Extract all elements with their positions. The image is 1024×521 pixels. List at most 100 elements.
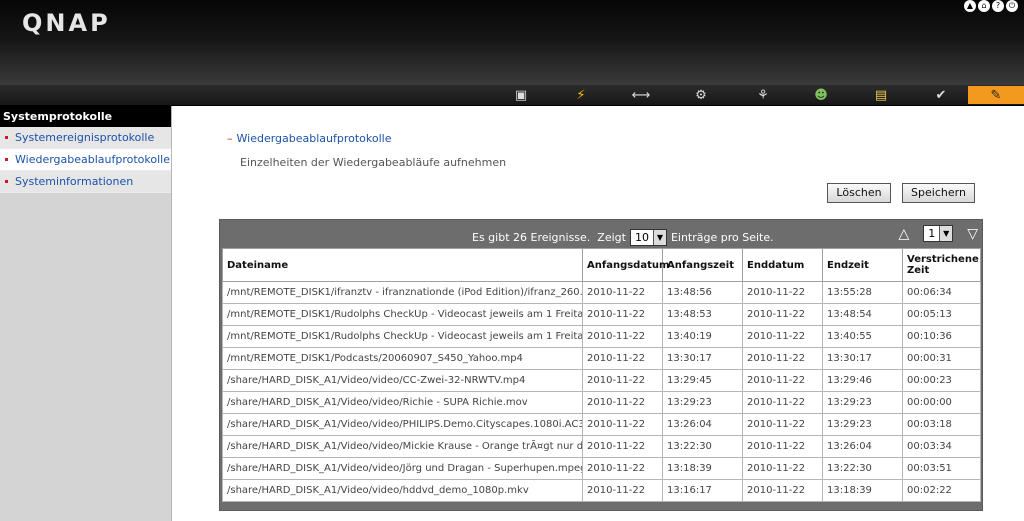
table-cell: 2010-11-22 xyxy=(742,347,823,370)
table-cell: /share/HARD_DISK_A1/Video/video/Jörg und… xyxy=(222,457,583,480)
table-cell: 13:18:39 xyxy=(662,457,743,480)
table-cell: 00:05:13 xyxy=(902,303,981,326)
show-label: Zeigt xyxy=(597,231,626,244)
table-cell: 13:22:30 xyxy=(822,457,903,480)
sidebar-item-system-events[interactable]: Systemereignisprotokolle xyxy=(0,127,171,149)
bullet-icon xyxy=(5,180,8,183)
table-cell: 13:48:53 xyxy=(662,303,743,326)
table-cell: /share/HARD_DISK_A1/Video/video/Mickie K… xyxy=(222,435,583,458)
table-cell: /share/HARD_DISK_A1/Video/video/hddvd_de… xyxy=(222,479,583,502)
qnap-logo: QNAP xyxy=(22,9,111,37)
table-cell: 2010-11-22 xyxy=(742,435,823,458)
table-cell: 13:26:04 xyxy=(822,435,903,458)
chevron-down-icon: ▼ xyxy=(939,226,953,241)
sidebar: Systemprotokolle Systemereignisprotokoll… xyxy=(0,106,172,521)
table-cell: 2010-11-22 xyxy=(742,303,823,326)
previous-page-icon[interactable]: △ xyxy=(898,226,909,242)
top-icons: ▲ ⌂ ? ⏻ xyxy=(964,0,1018,12)
section-description: Einzelheiten der Wiedergabeabläufe aufne… xyxy=(240,156,507,169)
table-row[interactable]: /share/HARD_DISK_A1/Video/video/hddvd_de… xyxy=(222,479,981,502)
delete-button[interactable]: Löschen xyxy=(827,183,891,203)
table-cell: 00:03:34 xyxy=(902,435,981,458)
column-header[interactable]: Enddatum xyxy=(742,248,823,282)
users-icon[interactable]: ☻ xyxy=(803,86,839,104)
storage-icon[interactable]: ▣ xyxy=(503,86,539,104)
up-icon[interactable]: ▲ xyxy=(964,0,976,12)
network-icon[interactable]: ⟷ xyxy=(623,86,659,104)
table-cell: 00:03:51 xyxy=(902,457,981,480)
table-cell: 13:48:54 xyxy=(822,303,903,326)
home-icon[interactable]: ⌂ xyxy=(978,0,990,12)
column-header[interactable]: Verstrichene Zeit xyxy=(902,248,981,282)
main-toolbar: ▣ ⚡ ⟷ ⚙ ⚘ ☻ ▤ ✔ ✎ xyxy=(0,85,1024,106)
next-page-icon[interactable]: ▽ xyxy=(967,226,978,242)
table-cell: 2010-11-22 xyxy=(742,457,823,480)
log-table-panel: Es gibt 26 Ereignisse. Zeigt 10 ▼ Einträg… xyxy=(219,219,983,511)
table-cell: 00:06:34 xyxy=(902,281,981,304)
per-page-suffix: Einträge pro Seite. xyxy=(670,231,774,244)
table-cell: 13:29:46 xyxy=(822,369,903,392)
share-folder-icon[interactable]: ▤ xyxy=(863,86,899,104)
help-icon[interactable]: ? xyxy=(992,0,1004,12)
column-header[interactable]: Anfangszeit xyxy=(662,248,743,282)
table-cell: 2010-11-22 xyxy=(742,479,823,502)
table-cell: 2010-11-22 xyxy=(742,413,823,436)
chevron-down-icon: ▼ xyxy=(652,230,666,245)
main-content: – Wiedergabeablaufprotokolle Einzelheiten… xyxy=(172,106,1024,521)
table-cell: 13:29:23 xyxy=(822,391,903,414)
table-cell: 2010-11-22 xyxy=(742,281,823,304)
table-cell: 2010-11-22 xyxy=(582,325,663,348)
table-row[interactable]: /mnt/REMOTE_DISK1/Rudolphs CheckUp - Vid… xyxy=(222,303,981,326)
sidebar-item-label: Systemereignisprotokolle xyxy=(15,131,155,144)
per-page-select[interactable]: 10 ▼ xyxy=(629,229,667,246)
save-button[interactable]: Speichern xyxy=(902,183,975,203)
system-logs-icon[interactable]: ✎ xyxy=(968,86,1024,104)
table-cell: 00:00:31 xyxy=(902,347,981,370)
table-cell: 2010-11-22 xyxy=(582,391,663,414)
pager: △ 1 ▼ ▽ xyxy=(898,225,978,242)
table-cell: 13:40:55 xyxy=(822,325,903,348)
services-icon[interactable]: ⚘ xyxy=(745,86,781,104)
table-cell: 00:03:18 xyxy=(902,413,981,436)
sidebar-item-playback-logs[interactable]: Wiedergabeablaufprotokolle xyxy=(0,149,171,171)
table-cell: 13:18:39 xyxy=(822,479,903,502)
table-cell: 2010-11-22 xyxy=(582,369,663,392)
table-row[interactable]: /share/HARD_DISK_A1/Video/video/Mickie K… xyxy=(222,435,981,458)
table-cell: /mnt/REMOTE_DISK1/Rudolphs CheckUp - Vid… xyxy=(222,303,583,326)
table-cell: 2010-11-22 xyxy=(582,457,663,480)
table-cell: 2010-11-22 xyxy=(582,303,663,326)
sidebar-item-label: Systeminformationen xyxy=(15,175,134,188)
table-row[interactable]: /mnt/REMOTE_DISK1/Podcasts/20060907_S450… xyxy=(222,347,981,370)
table-cell: 13:48:56 xyxy=(662,281,743,304)
table-cell: 2010-11-22 xyxy=(582,347,663,370)
sidebar-item-system-info[interactable]: Systeminformationen xyxy=(0,171,171,193)
table-row[interactable]: /mnt/REMOTE_DISK1/ifranztv - ifranznatio… xyxy=(222,281,981,304)
table-row[interactable]: /mnt/REMOTE_DISK1/Rudolphs CheckUp - Vid… xyxy=(222,325,981,348)
column-header[interactable]: Dateiname xyxy=(222,248,583,282)
page-select[interactable]: 1 ▼ xyxy=(923,225,954,242)
table-row[interactable]: /share/HARD_DISK_A1/Video/video/CC-Zwei-… xyxy=(222,369,981,392)
table-cell: 13:29:45 xyxy=(662,369,743,392)
bullet-icon xyxy=(5,136,8,139)
disk-icon[interactable]: ⚙ xyxy=(683,86,719,104)
table-row[interactable]: /share/HARD_DISK_A1/Video/video/Richie -… xyxy=(222,391,981,414)
column-header[interactable]: Endzeit xyxy=(822,248,903,282)
sidebar-item-label: Wiedergabeablaufprotokolle xyxy=(15,153,170,166)
table-cell: 2010-11-22 xyxy=(582,435,663,458)
table-cell: /share/HARD_DISK_A1/Video/video/PHILIPS.… xyxy=(222,413,583,436)
system-tools-icon[interactable]: ✔ xyxy=(923,86,959,104)
event-count: Es gibt 26 Ereignisse. xyxy=(472,231,591,244)
column-header[interactable]: Anfangsdatum xyxy=(582,248,669,282)
table-cell: 13:26:04 xyxy=(662,413,743,436)
table-cell: 2010-11-22 xyxy=(582,479,663,502)
power-icon[interactable]: ⏻ xyxy=(1006,0,1018,12)
power-management-icon[interactable]: ⚡ xyxy=(563,86,599,104)
table-cell: 13:30:17 xyxy=(822,347,903,370)
section-title: – Wiedergabeablaufprotokolle xyxy=(227,132,392,145)
table-row[interactable]: /share/HARD_DISK_A1/Video/video/Jörg und… xyxy=(222,457,981,480)
table-row[interactable]: /share/HARD_DISK_A1/Video/video/PHILIPS.… xyxy=(222,413,981,436)
sidebar-title: Systemprotokolle xyxy=(0,106,171,127)
table-cell: 13:55:28 xyxy=(822,281,903,304)
table-cell: /mnt/REMOTE_DISK1/Rudolphs CheckUp - Vid… xyxy=(222,325,583,348)
table-cell: 13:40:19 xyxy=(662,325,743,348)
